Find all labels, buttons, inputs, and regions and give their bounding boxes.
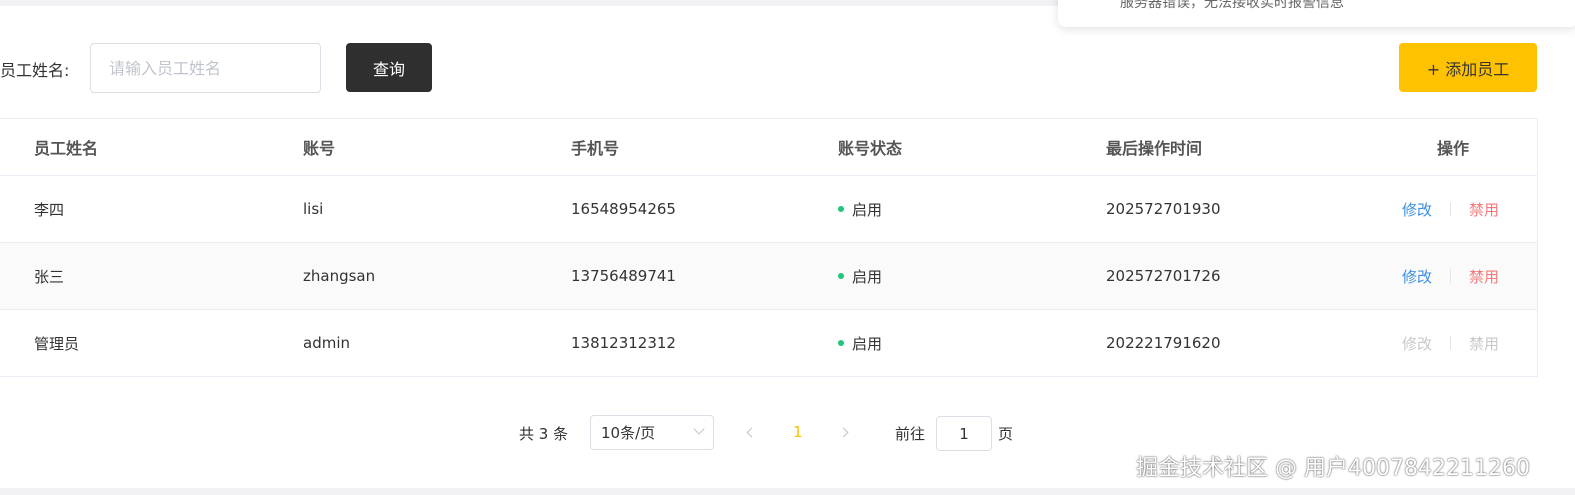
pagination-total: 共 3 条 bbox=[519, 425, 569, 443]
goto-suffix: 页 bbox=[998, 425, 1014, 443]
status-dot-icon bbox=[838, 206, 844, 212]
page-number-current[interactable]: 1 bbox=[793, 423, 803, 441]
column-header-status[interactable]: 账号状态 bbox=[838, 119, 902, 175]
status-text: 启用 bbox=[852, 334, 883, 353]
status-cell: 启用 bbox=[838, 243, 882, 309]
last-time-cell: 202572701930 bbox=[1106, 200, 1221, 218]
next-page-icon[interactable] bbox=[838, 424, 852, 440]
chevron-down-icon bbox=[693, 423, 705, 435]
edit-link[interactable]: 修改 bbox=[1402, 199, 1432, 220]
table-row: 李四 lisi 16548954265 启用 202572701930 修改 禁… bbox=[0, 176, 1537, 243]
pagination: 共 3 条 10条/页 1 前往 页 bbox=[0, 415, 1575, 451]
error-toast: 服务器错误，无法接收实时报警信息 bbox=[1058, 0, 1575, 27]
employee-name-search-input[interactable] bbox=[90, 43, 321, 93]
table-row: 管理员 admin 13812312312 启用 202221791620 修改… bbox=[0, 310, 1537, 377]
column-header-account[interactable]: 账号 bbox=[303, 119, 335, 175]
action-divider bbox=[1450, 202, 1452, 216]
employee-name-label: 员工姓名: bbox=[0, 61, 70, 80]
last-time-cell: 202572701726 bbox=[1106, 267, 1221, 285]
row-actions: 修改 禁用 bbox=[1402, 310, 1499, 376]
edit-link[interactable]: 修改 bbox=[1402, 266, 1432, 287]
status-cell: 启用 bbox=[838, 176, 882, 242]
page-size-value: 10条/页 bbox=[601, 424, 656, 442]
phone-cell: 13812312312 bbox=[571, 334, 676, 352]
column-header-actions: 操作 bbox=[1437, 139, 1470, 158]
query-button[interactable]: 查询 bbox=[346, 43, 432, 92]
row-actions: 修改 禁用 bbox=[1402, 176, 1499, 242]
table-row: 张三 zhangsan 13756489741 启用 202572701726 … bbox=[0, 243, 1537, 310]
status-cell: 启用 bbox=[838, 310, 882, 376]
add-employee-button[interactable]: + 添加员工 bbox=[1399, 43, 1537, 92]
disable-link-disabled: 禁用 bbox=[1469, 334, 1500, 353]
employee-table: 员工姓名 账号 手机号 账号状态 最后操作时间 操作 李四 lisi 16548… bbox=[0, 118, 1538, 377]
goto-page-input[interactable] bbox=[936, 416, 992, 451]
status-text: 启用 bbox=[852, 200, 883, 219]
watermark: 掘金技术社区 @ 用户4007842211260 bbox=[1136, 456, 1530, 481]
row-actions: 修改 禁用 bbox=[1402, 243, 1499, 309]
bottom-divider bbox=[0, 488, 1575, 495]
action-divider bbox=[1450, 336, 1452, 350]
status-dot-icon bbox=[838, 273, 844, 279]
column-header-last-time[interactable]: 最后操作时间 bbox=[1106, 119, 1202, 175]
goto-prefix: 前往 bbox=[895, 425, 926, 443]
account-cell: lisi bbox=[303, 200, 324, 218]
employee-name-cell: 李四 bbox=[34, 200, 65, 219]
table-header-row: 员工姓名 账号 手机号 账号状态 最后操作时间 操作 bbox=[0, 118, 1537, 176]
phone-cell: 16548954265 bbox=[571, 200, 676, 218]
phone-cell: 13756489741 bbox=[571, 267, 676, 285]
action-divider bbox=[1450, 269, 1452, 283]
status-dot-icon bbox=[838, 340, 844, 346]
disable-link[interactable]: 禁用 bbox=[1469, 266, 1499, 287]
employee-name-cell: 张三 bbox=[34, 267, 65, 286]
prev-page-icon[interactable] bbox=[744, 424, 758, 440]
edit-link-disabled: 修改 bbox=[1402, 334, 1433, 353]
employee-name-cell: 管理员 bbox=[34, 334, 80, 353]
account-cell: admin bbox=[303, 334, 350, 352]
disable-link[interactable]: 禁用 bbox=[1469, 199, 1499, 220]
column-header-name[interactable]: 员工姓名 bbox=[34, 119, 98, 175]
toast-message: 服务器错误，无法接收实时报警信息 bbox=[1120, 0, 1344, 11]
status-text: 启用 bbox=[852, 267, 883, 286]
account-cell: zhangsan bbox=[303, 267, 376, 285]
page-size-select[interactable]: 10条/页 bbox=[590, 415, 714, 450]
last-time-cell: 202221791620 bbox=[1106, 334, 1221, 352]
column-header-phone[interactable]: 手机号 bbox=[571, 119, 619, 175]
